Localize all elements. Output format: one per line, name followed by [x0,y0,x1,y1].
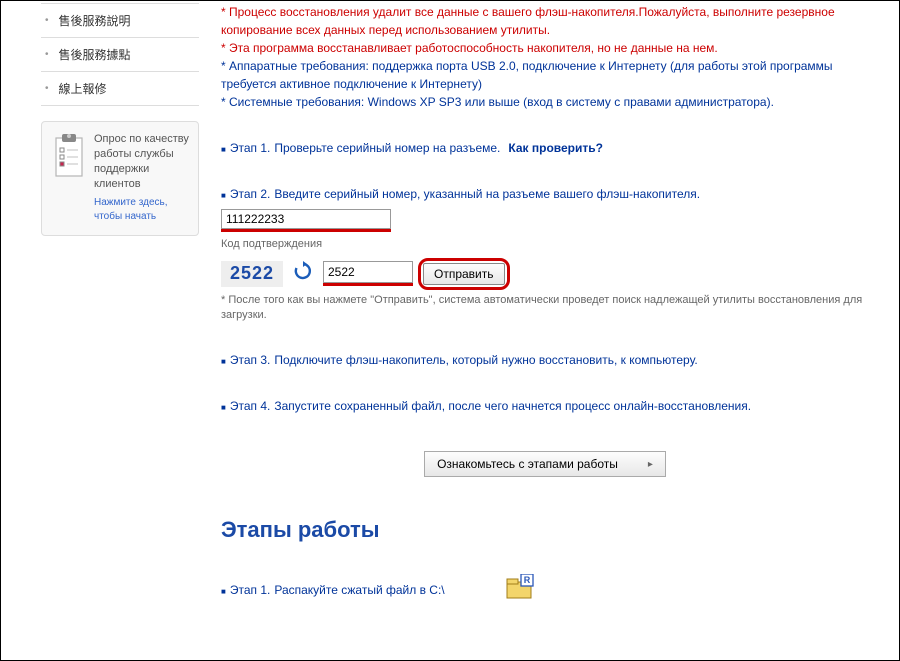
step4-text: Запустите сохраненный файл, после чего н… [274,397,751,415]
sys-requirements-text: * Системные требования: Windows XP SP3 и… [221,93,869,111]
how-to-check-link[interactable]: Как проверить? [508,139,603,157]
captcha-input[interactable] [323,261,413,283]
step4-header: Этап 4. Запустите сохраненный файл, посл… [221,397,869,415]
sidebar: 售後服務說明 售後服務據點 線上報修 [1,3,211,660]
sidebar-item-service-locations[interactable]: 售後服務據點 [41,38,199,72]
sidebar-item-aftersale-info[interactable]: 售後服務說明 [41,4,199,38]
workflow-heading: Этапы работы [221,513,869,546]
sidebar-item-online-repair[interactable]: 線上報修 [41,72,199,106]
warning-text-2: * Эта программа восстанавливает работосп… [221,39,869,57]
workflow-button-label: Ознакомьтесь с этапами работы [437,457,618,471]
step1-header: Этап 1. Проверьте серийный номер на разъ… [221,139,869,157]
submit-wrap: Отправить [423,263,505,285]
sidebar-nav: 售後服務說明 售後服務據點 線上報修 [41,3,199,106]
workflow-step1-prefix: Этап 1. [221,581,270,599]
warning-text-1: * Процесс восстановления удалит все данн… [221,3,869,39]
submit-note-text: * После того как вы нажмете "Отправить",… [221,293,869,324]
step3-text: Подключите флэш-накопитель, который нужн… [274,351,697,369]
step2-prefix: Этап 2. [221,185,270,203]
confirmation-code-label: Код подтверждения [221,236,869,253]
clipboard-icon [50,132,86,180]
sidebar-item-label: 售後服務說明 [59,12,131,29]
step1-text: Проверьте серийный номер на разъеме. [274,139,500,157]
svg-text:R: R [523,575,530,585]
serial-highlight-underline [221,229,391,232]
sidebar-item-label: 售後服務據點 [59,46,131,63]
workflow-step1-text: Распакуйте сжатый файл в C:\ [274,581,444,599]
step3-header: Этап 3. Подключите флэш-накопитель, кото… [221,351,869,369]
folder-icon: R [505,574,535,605]
captcha-highlight-underline [323,283,413,286]
captcha-row: 2522 Отправить [221,261,869,287]
workflow-button-row: Ознакомьтесь с этапами работы [221,451,869,477]
main-content: * Процесс восстановления удалит все данн… [211,3,899,660]
submit-button[interactable]: Отправить [423,263,505,285]
sidebar-item-label: 線上報修 [59,80,107,97]
captcha-refresh-icon[interactable] [293,261,313,286]
serial-number-input[interactable] [221,209,391,229]
captcha-image: 2522 [221,261,283,287]
captcha-input-wrap [323,261,413,286]
step2-text: Введите серийный номер, указанный на раз… [274,185,700,203]
survey-start-link[interactable]: Нажмите здесь, чтобы начать [94,196,190,223]
workflow-step1: Этап 1. Распакуйте сжатый файл в C:\ R [221,574,869,605]
survey-text-block: Опрос по качеству работы службы поддержк… [94,132,190,223]
serial-row [221,209,869,229]
step2-header: Этап 2. Введите серийный номер, указанны… [221,185,869,203]
survey-text: Опрос по качеству работы службы поддержк… [94,133,189,190]
survey-widget: Опрос по качеству работы службы поддержк… [41,121,199,236]
hw-requirements-text: * Аппаратные требования: поддержка порта… [221,57,869,93]
step1-prefix: Этап 1. [221,139,270,157]
step3-prefix: Этап 3. [221,351,270,369]
step4-prefix: Этап 4. [221,397,270,415]
workflow-steps-button[interactable]: Ознакомьтесь с этапами работы [424,451,666,477]
